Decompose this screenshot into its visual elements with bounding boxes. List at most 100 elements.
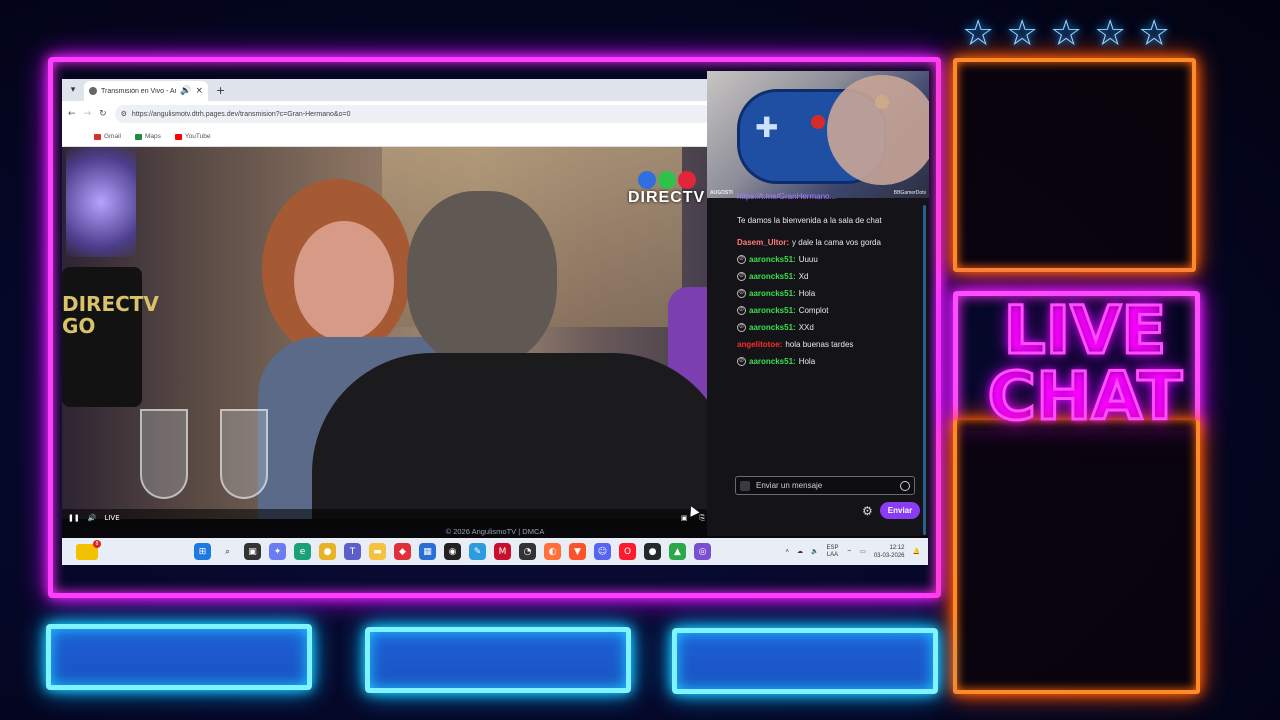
bookmark-youtube[interactable]: YouTube bbox=[174, 133, 210, 140]
clock[interactable]: 12:12 03-03-2026 bbox=[874, 544, 905, 560]
video-man-head bbox=[407, 191, 557, 366]
close-tab-icon[interactable]: × bbox=[195, 86, 203, 96]
site-info-icon[interactable]: ⚙ bbox=[121, 110, 127, 118]
star-icon: ☆ bbox=[962, 13, 995, 54]
webcam-feed: ✚ AUGOSTI BBGamerDots bbox=[707, 71, 929, 198]
bookmark-gmail[interactable]: Gmail bbox=[94, 133, 121, 140]
feather-icon[interactable]: ✎ bbox=[469, 543, 486, 560]
store-icon[interactable]: ▦ bbox=[419, 543, 436, 560]
pip-icon[interactable]: ▣ bbox=[681, 514, 688, 523]
chat-username[interactable]: aaroncks51: bbox=[749, 251, 796, 268]
chat-identity-icon[interactable] bbox=[740, 480, 750, 491]
chat-username[interactable]: aaroncks51: bbox=[749, 302, 796, 319]
chat-message-text: Xd bbox=[798, 272, 809, 281]
language-indicator[interactable]: ESP LAA bbox=[826, 545, 838, 559]
live-word: LIVE bbox=[1002, 292, 1168, 369]
url-text: https://angulismotv.dtrh.pages.dev/trans… bbox=[131, 110, 351, 118]
emoji-icon[interactable] bbox=[900, 480, 910, 491]
wifi-icon[interactable]: ⌔ bbox=[847, 548, 853, 556]
bookmark-maps[interactable]: Maps bbox=[134, 133, 161, 140]
tab-bar: ▾ Transmisión en Vivo - Ang... 🔊 × + bbox=[62, 79, 728, 101]
chat-username[interactable]: aaroncks51: bbox=[749, 353, 796, 370]
chat-message: ⊘ aaroncks51: Hola bbox=[737, 353, 923, 370]
office-icon[interactable]: ◆ bbox=[394, 543, 411, 560]
bookmark-label: Gmail bbox=[104, 133, 121, 140]
weather-widget-icon[interactable]: 8 bbox=[76, 539, 101, 560]
mcafee-icon[interactable]: M bbox=[494, 543, 511, 560]
notification-bell-icon[interactable]: 🔔 bbox=[913, 548, 920, 555]
chat-username[interactable]: aaroncks51: bbox=[749, 319, 796, 336]
task-view-icon[interactable]: ▣ bbox=[244, 543, 261, 560]
pinned-link[interactable]: https://t.me/GranHermano... bbox=[737, 192, 836, 201]
system-tray: ˄ ☁ 🔈 ESP LAA ⌔ ▭ 12:12 03-03-2026 🔔 bbox=[785, 544, 928, 560]
stream-overlay: ☆ ☆ ☆ ☆ ☆ LIVE CHAT ▾ Transmisión en Vivo - … bbox=[0, 0, 1280, 720]
app-green-icon[interactable]: ▲ bbox=[669, 543, 686, 560]
muted-badge-icon: ⊘ bbox=[737, 289, 746, 298]
chrome-icon[interactable]: ● bbox=[319, 543, 336, 560]
chat-username[interactable]: Dasem_Ultor: bbox=[737, 234, 789, 251]
back-icon[interactable]: ← bbox=[68, 109, 76, 119]
chat-message: ⊘ aaroncks51: Uuuu bbox=[737, 251, 923, 268]
chat-message-text: hola buenas tardes bbox=[785, 340, 854, 349]
hand bbox=[827, 75, 929, 185]
windows-taskbar: 8 ⊞ ⌕ ▣ ✦ e ● T ▬ ◆ ▦ ◉ ✎ M ◔ ◐ ▼ ☺ O ● … bbox=[62, 538, 928, 565]
webcam-tag-left: AUGOSTI bbox=[710, 190, 733, 196]
edge-icon[interactable]: e bbox=[294, 543, 311, 560]
chat-username[interactable]: aaroncks51: bbox=[749, 285, 796, 302]
chat-message-input[interactable]: Enviar un mensaje bbox=[735, 476, 915, 495]
folder-icon[interactable]: ▬ bbox=[369, 543, 386, 560]
tray-chevron-icon[interactable]: ˄ bbox=[785, 549, 789, 555]
volume-icon[interactable]: 🔊 bbox=[88, 514, 97, 522]
bag-text-line: GO bbox=[62, 314, 96, 338]
pause-icon[interactable]: ❚❚ bbox=[68, 514, 80, 522]
teams-icon[interactable]: T bbox=[344, 543, 361, 560]
send-button[interactable]: Enviar bbox=[879, 502, 921, 519]
chat-message-text: y dale la cama vos gorda bbox=[792, 238, 881, 247]
speaker-icon[interactable]: 🔊 bbox=[180, 86, 191, 96]
bag-print: DIRECTV GO bbox=[62, 293, 159, 337]
brave-icon[interactable]: ▼ bbox=[569, 543, 586, 560]
clock-time: 12:12 bbox=[889, 544, 905, 551]
new-tab-icon[interactable]: + bbox=[216, 84, 225, 97]
discord-icon[interactable]: ☺ bbox=[594, 543, 611, 560]
star-icon: ☆ bbox=[1006, 13, 1039, 54]
search-icon[interactable]: ⌕ bbox=[219, 543, 236, 560]
battery-icon[interactable]: ▭ bbox=[860, 548, 866, 555]
speaker-tray-icon[interactable]: 🔈 bbox=[811, 548, 818, 555]
video-controls: ❚❚ 🔊 LIVE ▣ ⎘ ⛶ bbox=[62, 509, 728, 527]
video-glass-2 bbox=[220, 409, 268, 499]
muted-badge-icon: ⊘ bbox=[737, 272, 746, 281]
star-icon: ☆ bbox=[1050, 13, 1083, 54]
chat-username[interactable]: aaroncks51: bbox=[749, 268, 796, 285]
tab-title: Transmisión en Vivo - Ang... bbox=[101, 87, 176, 95]
video-player[interactable]: DIRECTV GO DIRECTV bbox=[62, 147, 728, 519]
bookmarks-bar: Gmail Maps YouTube bbox=[62, 127, 728, 147]
reload-icon[interactable]: ↻ bbox=[99, 109, 107, 119]
cast-icon[interactable]: ⎘ bbox=[699, 514, 705, 523]
windows-start-icon[interactable]: ⊞ bbox=[194, 543, 211, 560]
cloud-icon[interactable]: ☁ bbox=[797, 548, 803, 555]
app-purple-icon[interactable]: ◎ bbox=[694, 543, 711, 560]
obs-icon[interactable]: ◉ bbox=[444, 543, 461, 560]
chat-message: ⊘ aaroncks51: Xd bbox=[737, 268, 923, 285]
settings-gear-icon[interactable]: ⚙ bbox=[862, 504, 873, 518]
url-field[interactable]: ⚙ https://angulismotv.dtrh.pages.dev/tra… bbox=[114, 105, 722, 123]
github-icon[interactable]: ● bbox=[644, 543, 661, 560]
forward-icon[interactable]: → bbox=[84, 109, 92, 119]
top-right-neon-panel bbox=[953, 58, 1196, 272]
taskbar-apps: ⊞ ⌕ ▣ ✦ e ● T ▬ ◆ ▦ ◉ ✎ M ◔ ◐ ▼ ☺ O ● ▲ … bbox=[194, 543, 711, 560]
browser-tab[interactable]: Transmisión en Vivo - Ang... 🔊 × bbox=[84, 81, 208, 101]
opera-icon[interactable]: O bbox=[619, 543, 636, 560]
address-bar: ← → ↻ ⚙ https://angulismotv.dtrh.pages.d… bbox=[62, 101, 728, 127]
copilot-icon[interactable]: ✦ bbox=[269, 543, 286, 560]
speedometer-icon[interactable]: ◔ bbox=[519, 543, 536, 560]
webcam-tag-right: BBGamerDots bbox=[893, 190, 926, 196]
maps-icon bbox=[134, 133, 142, 140]
firefox-icon[interactable]: ◐ bbox=[544, 543, 561, 560]
tab-search-icon[interactable]: ▾ bbox=[62, 79, 84, 101]
video-woman-face bbox=[294, 221, 394, 341]
chat-username[interactable]: angelitotoe: bbox=[737, 336, 782, 353]
bookmark-label: Maps bbox=[144, 133, 161, 140]
chat-scrollbar[interactable] bbox=[923, 205, 926, 535]
chat-message: ⊘ aaroncks51: XXd bbox=[737, 319, 923, 336]
